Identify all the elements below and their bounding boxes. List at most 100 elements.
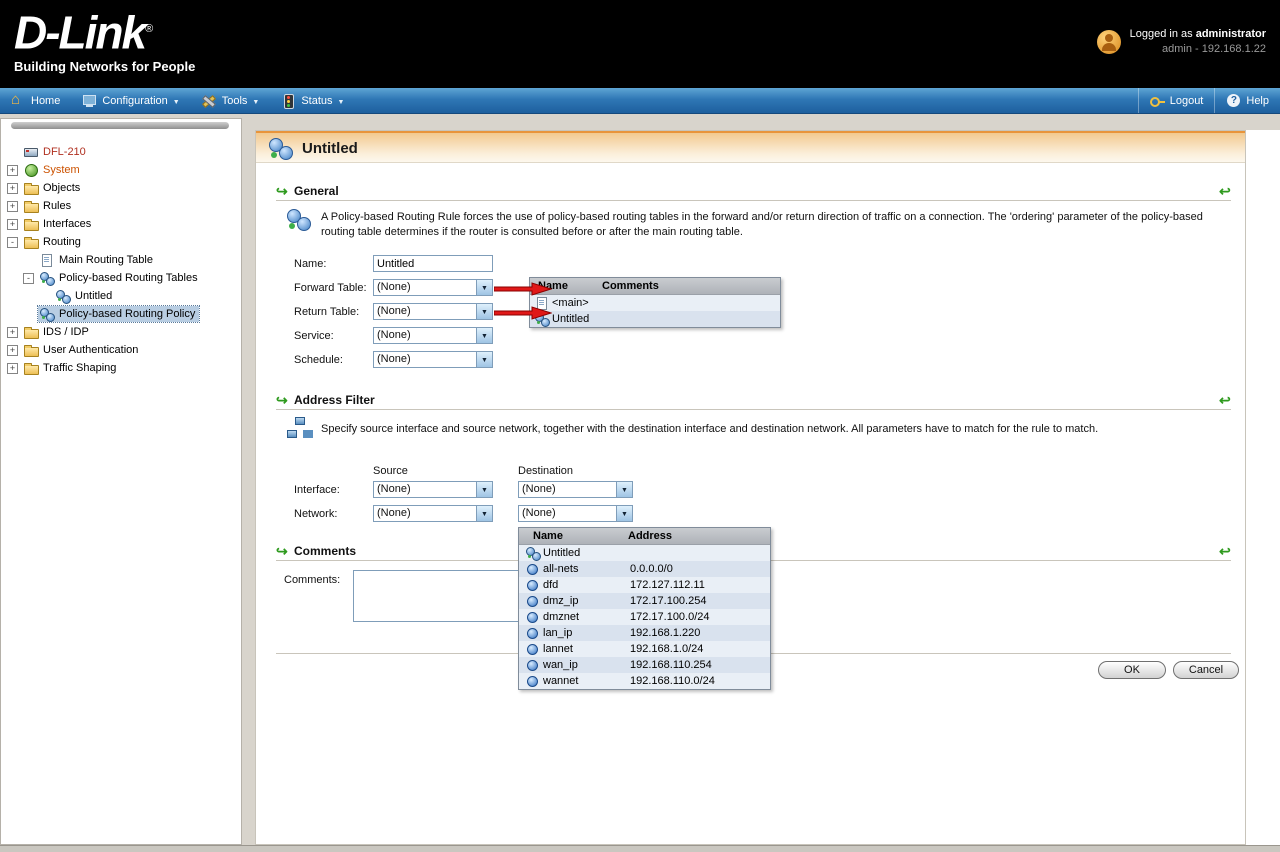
- popup-row-main[interactable]: <main>: [530, 295, 780, 311]
- forward-table-select[interactable]: (None): [373, 279, 493, 296]
- nav-item-home[interactable]: Home: [0, 88, 71, 113]
- sidebar-item-routing[interactable]: - Routing: [5, 233, 239, 251]
- dropdown-arrow-icon[interactable]: [476, 482, 492, 497]
- section-collapse-icon[interactable]: [1219, 392, 1231, 408]
- popup-row-name: lan_ip: [543, 627, 573, 639]
- popup-row-dmz-ip[interactable]: dmz_ip 172.17.100.254: [519, 593, 770, 609]
- source-interface-select[interactable]: (None): [373, 481, 493, 498]
- tree-expander-icon[interactable]: +: [7, 362, 18, 374]
- sidebar-item-main-routing-table[interactable]: Main Routing Table: [5, 251, 239, 269]
- popup-row-dfd[interactable]: dfd 172.127.112.11: [519, 577, 770, 593]
- sidebar-item-rules[interactable]: + Rules: [5, 197, 239, 215]
- tree-expander-icon[interactable]: +: [7, 164, 18, 176]
- destination-network-select[interactable]: (None): [518, 505, 633, 522]
- address-filter-description: Specify source interface and source netw…: [321, 423, 1099, 435]
- login-info: Logged in as administrator admin - 192.1…: [1096, 27, 1266, 57]
- sidebar-item-system[interactable]: + System: [5, 161, 239, 179]
- popup-row-value: 172.127.112.11: [630, 579, 705, 591]
- form-row-network: Network: (None) (None): [294, 505, 633, 522]
- popup-row-name: all-nets: [543, 563, 579, 575]
- name-input[interactable]: [373, 255, 493, 272]
- dropdown-arrow-icon[interactable]: [616, 506, 632, 521]
- popup-row-dmznet[interactable]: dmznet 172.17.100.0/24: [519, 609, 770, 625]
- sidebar-item-user-authentication[interactable]: + User Authentication: [5, 341, 239, 359]
- return-table-select[interactable]: (None): [373, 303, 493, 320]
- sidebar-item-label: Untitled: [75, 290, 113, 302]
- sidebar-item-policy-based-routing-tables[interactable]: - Policy-based Routing Tables: [5, 269, 239, 287]
- dropdown-arrow-icon[interactable]: [476, 352, 492, 367]
- tree-expander-icon[interactable]: -: [7, 236, 18, 248]
- sidebar-item-untitled[interactable]: Untitled: [5, 287, 239, 305]
- addresses-popup: Name Address Untitled all-nets 0.0.0.0/0 dfd 1…: [518, 527, 771, 690]
- popup-column-value: Address: [628, 530, 673, 542]
- sidebar-item-label: User Authentication: [43, 344, 139, 356]
- popup-row-untitled[interactable]: Untitled: [519, 545, 770, 561]
- popup-row-lan-ip[interactable]: lan_ip 192.168.1.220: [519, 625, 770, 641]
- source-network-select[interactable]: (None): [373, 505, 493, 522]
- section-collapse-icon[interactable]: [1219, 543, 1231, 559]
- popup-row-lannet[interactable]: lannet 192.168.1.0/24: [519, 641, 770, 657]
- service-select[interactable]: (None): [373, 327, 493, 344]
- popup-row-untitled[interactable]: Untitled: [530, 311, 780, 327]
- address-icon: [525, 658, 541, 672]
- page-title: Untitled: [302, 140, 358, 157]
- popup-row-value: 192.168.110.0/24: [630, 675, 715, 687]
- sidebar-item-traffic-shaping[interactable]: + Traffic Shaping: [5, 359, 239, 377]
- tree-expander-icon[interactable]: +: [7, 326, 18, 338]
- dropdown-arrow-icon[interactable]: [616, 482, 632, 497]
- sidebar-item-objects[interactable]: + Objects: [5, 179, 239, 197]
- tree-expander-icon[interactable]: -: [23, 272, 34, 284]
- sidebar-item-label: DFL-210: [43, 146, 86, 158]
- nav-item-tools[interactable]: Tools: [191, 88, 271, 113]
- popup-row-name: dmznet: [543, 611, 580, 623]
- nav-item-help[interactable]: Help: [1214, 88, 1280, 113]
- tree-expander-icon[interactable]: +: [7, 344, 18, 356]
- section-jump-icon: [276, 183, 288, 199]
- main-panel: Untitled General A Policy-based Routing …: [255, 130, 1246, 845]
- dropdown-arrow-icon[interactable]: [476, 328, 492, 343]
- nav-item-status[interactable]: Status: [270, 88, 355, 113]
- sidebar-item-policy-based-routing-policy[interactable]: Policy-based Routing Policy: [5, 305, 239, 323]
- sidebar-item-ids-idp[interactable]: + IDS / IDP: [5, 323, 239, 341]
- dropdown-arrow-icon[interactable]: [476, 304, 492, 319]
- sidebar-item-dfl-210[interactable]: DFL-210: [5, 143, 239, 161]
- destination-interface-value: (None): [522, 483, 556, 495]
- dropdown-arrow-icon[interactable]: [476, 280, 492, 295]
- page-title-bar: Untitled: [256, 131, 1245, 163]
- nav-item-label: Tools: [221, 94, 248, 107]
- globes-icon: [39, 307, 55, 322]
- sidebar-item-interfaces[interactable]: + Interfaces: [5, 215, 239, 233]
- address-filter-section-header: Address Filter: [276, 392, 1231, 410]
- sidebar-resize-handle[interactable]: [11, 122, 229, 129]
- tree-expander-icon[interactable]: +: [7, 218, 18, 230]
- address-icon: [525, 626, 541, 640]
- ok-button[interactable]: OK: [1098, 661, 1166, 679]
- popup-row-value: 172.17.100.254: [630, 595, 707, 607]
- popup-row-all-nets[interactable]: all-nets 0.0.0.0/0: [519, 561, 770, 577]
- section-collapse-icon[interactable]: [1219, 183, 1231, 199]
- popup-row-wan-ip[interactable]: wan_ip 192.168.110.254: [519, 657, 770, 673]
- login-lines: Logged in as administrator admin - 192.1…: [1130, 27, 1266, 57]
- tree-expander-icon[interactable]: +: [7, 200, 18, 212]
- popup-row-name: Untitled: [552, 313, 590, 325]
- popup-row-wannet[interactable]: wannet 192.168.110.0/24: [519, 673, 770, 689]
- general-description: A Policy-based Routing Rule forces the u…: [321, 211, 1203, 238]
- nav-item-label: Home: [31, 94, 61, 107]
- tree-expander-icon[interactable]: +: [7, 182, 18, 194]
- service-label: Service:: [294, 329, 334, 342]
- popup-column-name: Name: [533, 530, 563, 542]
- nav-item-configuration[interactable]: Configuration: [71, 88, 190, 113]
- nav-item-label: Logout: [1169, 94, 1204, 107]
- name-label: Name:: [294, 257, 327, 270]
- schedule-select[interactable]: (None): [373, 351, 493, 368]
- destination-interface-select[interactable]: (None): [518, 481, 633, 498]
- tree-item-core: Traffic Shaping: [22, 360, 120, 376]
- nav-item-logout[interactable]: Logout: [1137, 88, 1215, 113]
- splitter-gap: [242, 114, 255, 845]
- cancel-button[interactable]: Cancel: [1173, 661, 1239, 679]
- tree-item-core: Policy-based Routing Policy: [36, 305, 201, 323]
- navbar-left-group: Home Configuration Tools Status: [0, 88, 355, 113]
- user-avatar-icon: [1096, 30, 1121, 54]
- dropdown-arrow-icon[interactable]: [476, 506, 492, 521]
- tree-item-core: IDS / IDP: [22, 324, 93, 340]
